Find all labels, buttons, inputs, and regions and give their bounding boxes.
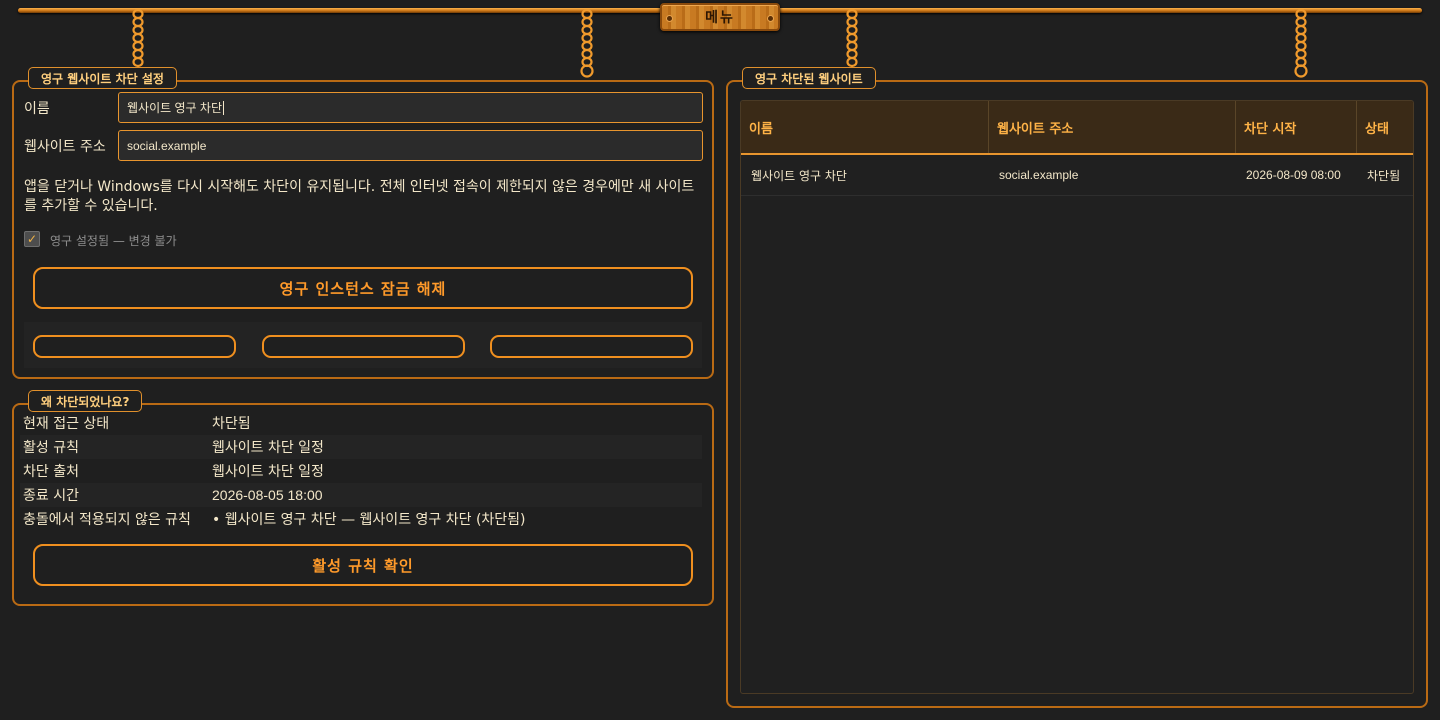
table-header: 이름 웹사이트 주소 차단 시작 상태 <box>741 101 1413 155</box>
info-row-block-source: 차단 출처 웹사이트 차단 일정 <box>20 459 702 483</box>
url-label: 웹사이트 주소 <box>24 139 106 155</box>
permanent-checkbox[interactable]: ✓ <box>24 231 40 247</box>
info-row-conflict-rules: 충돌에서 적용되지 않은 규칙 • 웹사이트 영구 차단 — 웹사이트 영구 차… <box>20 507 702 531</box>
info-key: 활성 규칙 <box>23 440 79 456</box>
chain-icon <box>1294 8 1308 80</box>
cell-status: 차단됨 <box>1367 168 1401 183</box>
settings-legend: 영구 웹사이트 차단 설정 <box>28 67 177 89</box>
chain-icon <box>580 8 594 80</box>
menu-label: 메뉴 <box>705 10 735 26</box>
chain-icon <box>131 8 145 72</box>
column-header-status[interactable]: 상태 <box>1357 101 1413 153</box>
blocked-sites-table: 이름 웹사이트 주소 차단 시작 상태 웹사이트 영구 차단 social.ex… <box>740 100 1414 694</box>
info-value: 웹사이트 차단 일정 <box>212 440 324 456</box>
rivet-icon <box>767 15 774 22</box>
info-key: 차단 출처 <box>23 464 79 480</box>
name-input[interactable]: 웹사이트 영구 차단 <box>118 92 703 123</box>
checkmark-icon: ✓ <box>26 232 38 246</box>
cell-start: 2026-08-09 08:00 <box>1246 168 1341 182</box>
why-blocked-legend: 왜 차단되었나요? <box>28 390 143 412</box>
info-key: 종료 시간 <box>23 488 79 504</box>
cell-name: 웹사이트 영구 차단 <box>751 168 847 183</box>
blocked-sites-legend: 영구 차단된 웹사이트 <box>742 67 876 89</box>
info-key: 충돌에서 적용되지 않은 규칙 <box>23 512 191 528</box>
permanent-checkbox-label: 영구 설정됨 — 변경 불가 <box>50 234 177 248</box>
info-row-active-rule: 활성 규칙 웹사이트 차단 일정 <box>20 435 702 459</box>
chain-icon <box>845 8 859 72</box>
url-input[interactable]: social.example <box>118 130 703 161</box>
secondary-button-3[interactable] <box>490 335 693 358</box>
info-key: 현재 접근 상태 <box>23 416 110 432</box>
info-value: 차단됨 <box>212 416 251 432</box>
check-active-rules-button[interactable]: 활성 규칙 확인 <box>33 544 693 586</box>
menu-button[interactable]: 메뉴 <box>660 3 780 31</box>
column-header-url[interactable]: 웹사이트 주소 <box>989 101 1236 153</box>
persistence-note: 앱을 닫거나 Windows를 다시 시작해도 차단이 유지됩니다. 전체 인터… <box>24 179 695 214</box>
cell-url: social.example <box>999 168 1079 182</box>
column-header-start[interactable]: 차단 시작 <box>1236 101 1357 153</box>
text-caret <box>223 100 224 115</box>
info-value: • 웹사이트 영구 차단 — 웹사이트 영구 차단 (차단됨) <box>212 512 526 528</box>
column-header-name[interactable]: 이름 <box>741 101 989 153</box>
secondary-button-1[interactable] <box>33 335 236 358</box>
url-input-value: social.example <box>127 138 207 153</box>
name-input-value: 웹사이트 영구 차단 <box>127 101 222 115</box>
info-value: 웹사이트 차단 일정 <box>212 464 324 480</box>
rivet-icon <box>666 15 673 22</box>
unlock-permanent-button[interactable]: 영구 인스턴스 잠금 해제 <box>33 267 693 309</box>
name-label: 이름 <box>24 101 50 117</box>
secondary-button-2[interactable] <box>262 335 465 358</box>
info-row-access-state: 현재 접근 상태 차단됨 <box>20 411 702 435</box>
info-row-end-time: 종료 시간 2026-08-05 18:00 <box>20 483 702 507</box>
table-row[interactable]: 웹사이트 영구 차단 social.example 2026-08-09 08:… <box>741 155 1413 196</box>
info-value: 2026-08-05 18:00 <box>212 487 323 503</box>
